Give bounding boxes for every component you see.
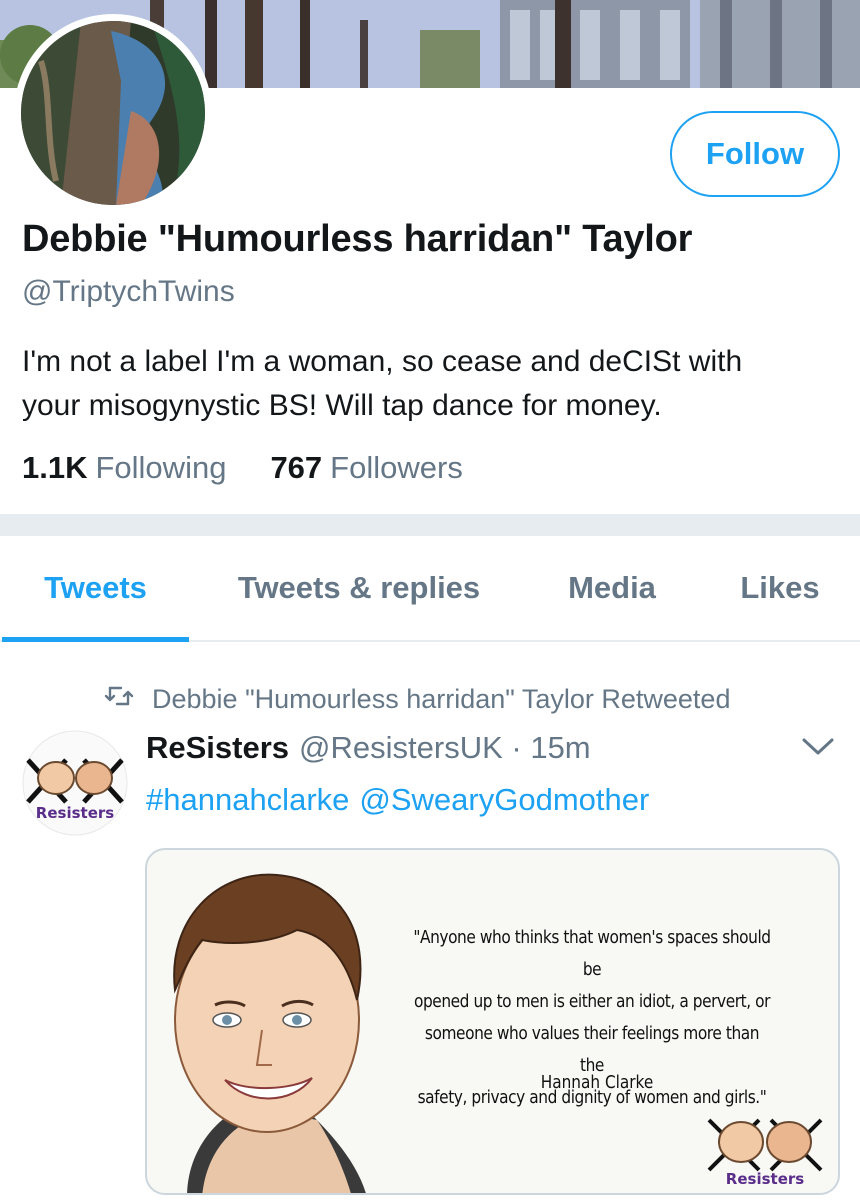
tweet-header: ReSisters @ResistersUK · 15m [146, 730, 591, 766]
bio-line: your misogynystic BS! Will tap dance for… [22, 389, 662, 422]
hashtag-link[interactable]: #hannahclarke [146, 782, 349, 817]
bio-line: I'm not a label I'm a woman, so cease an… [22, 345, 743, 378]
logo-text: Resisters [726, 1170, 804, 1188]
profile-tabs: Tweets Tweets & replies Media Likes [0, 536, 860, 642]
tweet-author-name[interactable]: ReSisters [146, 730, 289, 765]
profile-bio: I'm not a label I'm a woman, so cease an… [22, 340, 842, 428]
retweet-context: Debbie "Humourless harridan" Taylor Retw… [104, 684, 730, 715]
tab-tweets[interactable]: Tweets [2, 536, 189, 642]
resisters-logo: Resisters [707, 1118, 823, 1188]
avatar-logo-text: Resisters [36, 804, 114, 822]
follow-button[interactable]: Follow [670, 111, 840, 197]
followers-stat[interactable]: 767 Followers [270, 450, 462, 486]
quote-line: opened up to men is either an idiot, a p… [413, 992, 771, 1012]
profile-stats: 1.1K Following 767 Followers [22, 450, 463, 486]
following-count: 1.1K [22, 450, 88, 485]
profile-display-name: Debbie "Humourless harridan" Taylor [22, 218, 693, 260]
tweet-text: #hannahclarke @SwearyGodmother [146, 782, 649, 818]
profile-avatar[interactable] [14, 14, 212, 212]
tweet-media-image[interactable]: "Anyone who thinks that women's spaces s… [145, 848, 840, 1195]
profile-handle: @TriptychTwins [22, 275, 235, 308]
portrait-illustration [173, 873, 366, 1193]
chevron-down-icon[interactable] [800, 734, 836, 763]
section-separator [0, 514, 860, 536]
following-stat[interactable]: 1.1K Following [22, 450, 226, 486]
avatar-image [21, 21, 205, 205]
quote-author: Hannah Clarke [540, 1072, 654, 1093]
quote-line: "Anyone who thinks that women's spaces s… [413, 928, 771, 980]
tab-media[interactable]: Media [540, 536, 684, 640]
tab-likes[interactable]: Likes [710, 536, 850, 640]
tab-tweets-and-replies[interactable]: Tweets & replies [200, 536, 518, 640]
mention-link[interactable]: @SwearyGodmother [359, 782, 649, 817]
tweet-time[interactable]: · 15m [511, 730, 590, 765]
tweet-author-avatar[interactable]: Resisters [22, 730, 128, 836]
tweet-author-handle[interactable]: @ResistersUK [299, 730, 503, 765]
following-label: Following [95, 450, 227, 485]
followers-label: Followers [330, 450, 463, 485]
retweet-icon [104, 684, 134, 715]
retweet-context-text[interactable]: Debbie "Humourless harridan" Taylor Retw… [152, 684, 730, 715]
followers-count: 767 [270, 450, 323, 485]
